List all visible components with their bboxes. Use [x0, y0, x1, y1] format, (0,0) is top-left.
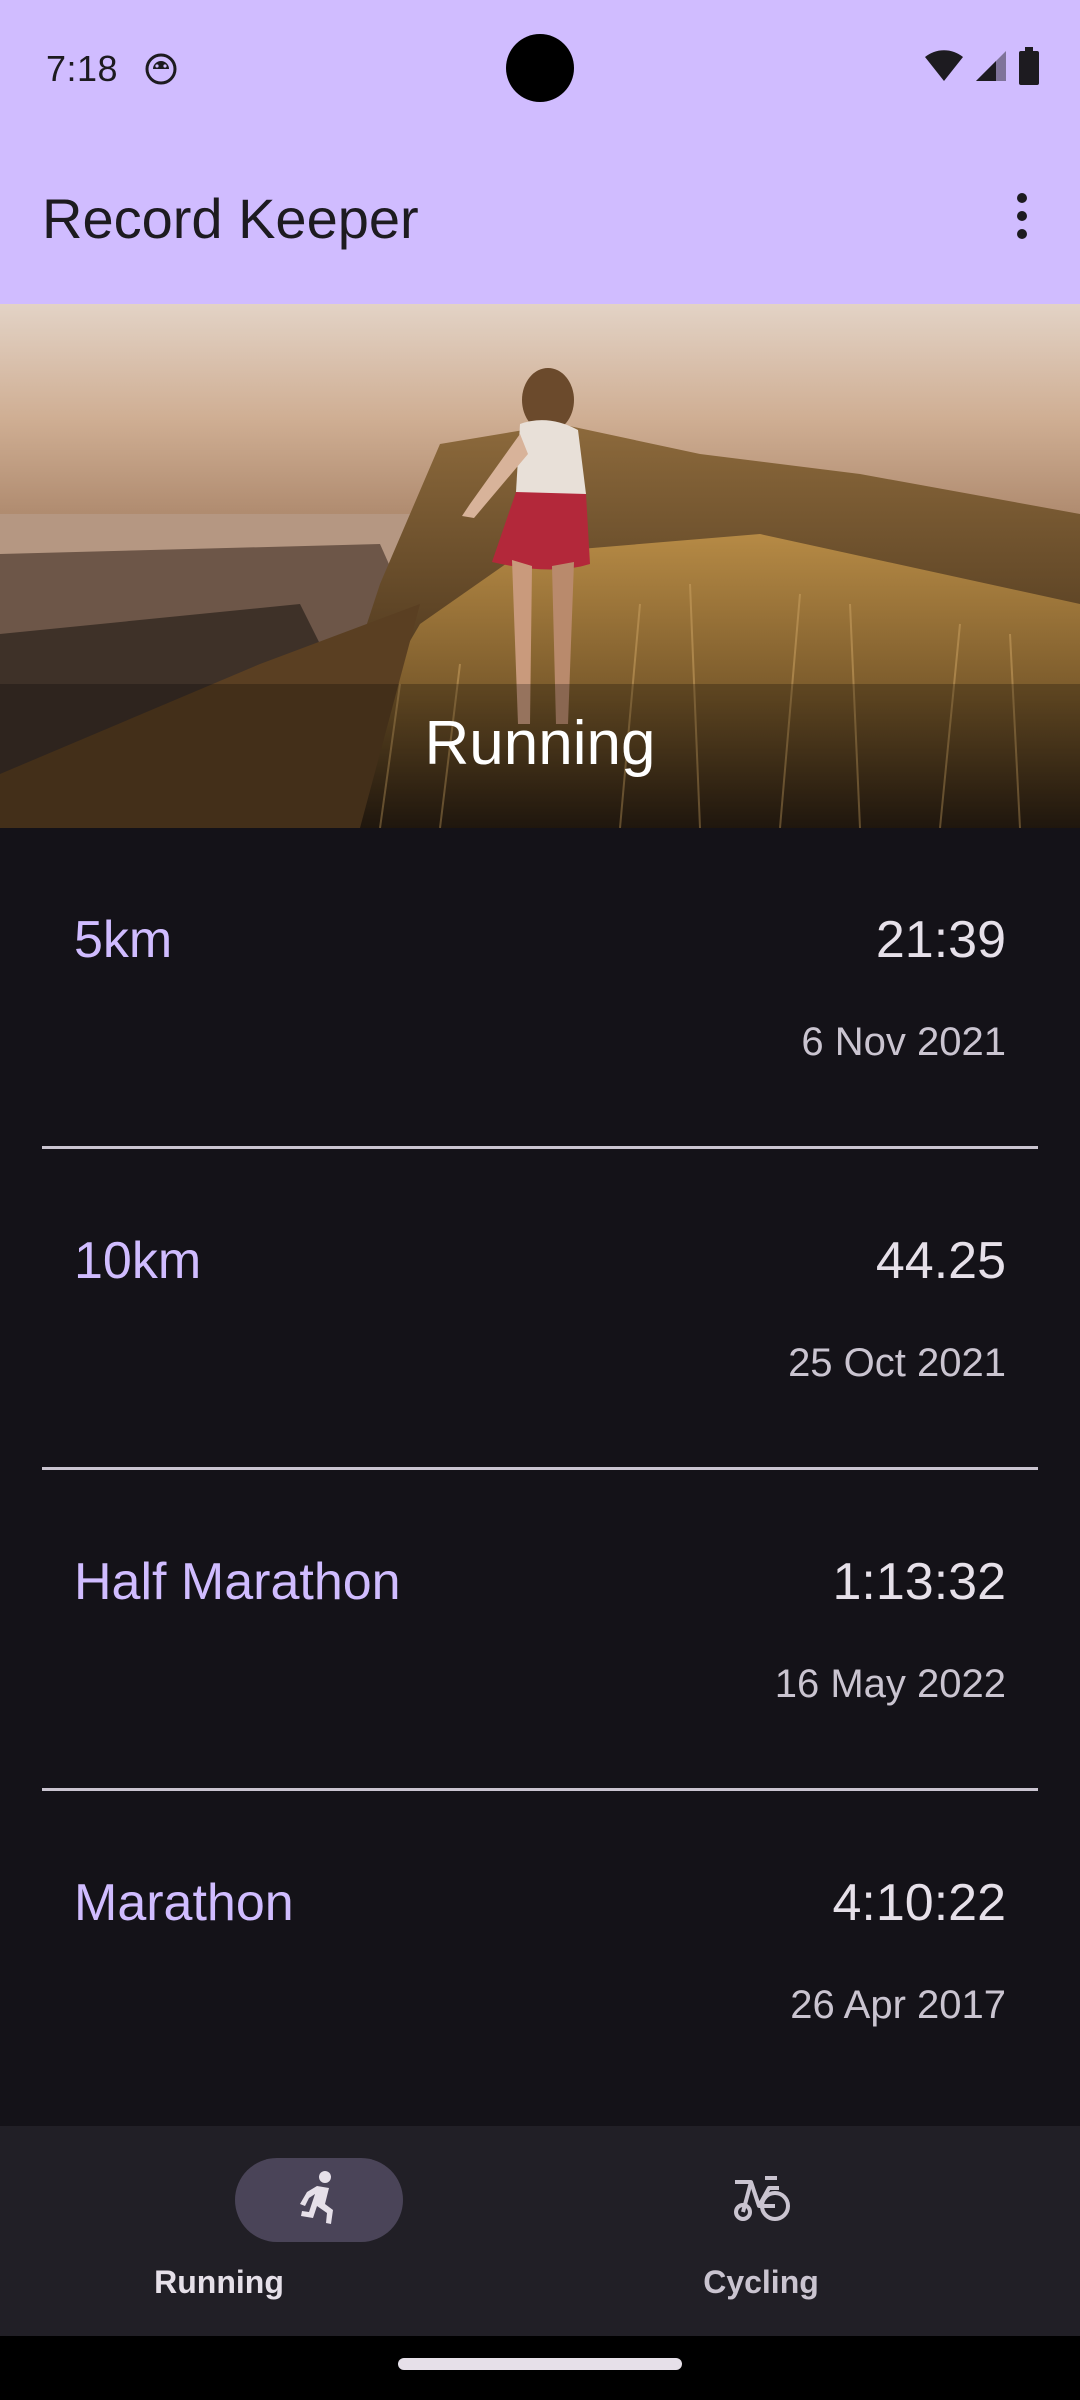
- nav-item-cycling[interactable]: Cycling: [540, 2126, 1080, 2336]
- record-date: 26 Apr 2017: [790, 1983, 1006, 2027]
- record-date: 6 Nov 2021: [801, 1020, 1006, 1064]
- hero-title: Running: [424, 709, 656, 778]
- wifi-icon: [924, 49, 964, 88]
- status-icons: [924, 46, 1040, 90]
- record-time: 1:13:32: [832, 1553, 1007, 1611]
- gesture-handle[interactable]: [398, 2358, 682, 2370]
- record-name: 5km: [74, 911, 173, 969]
- record-time: 4:10:22: [832, 1874, 1007, 1932]
- record-row-5km[interactable]: 5km 21:39 6 Nov 2021: [0, 828, 1080, 1149]
- camera-cutout: [506, 34, 574, 102]
- record-time: 21:39: [875, 911, 1006, 969]
- record-date: 16 May 2022: [774, 1662, 1006, 1706]
- bottom-navigation: Running Cycling: [0, 2126, 1080, 2336]
- record-name: 10km: [74, 1232, 202, 1290]
- nav-item-running[interactable]: Running: [0, 2126, 540, 2336]
- nav-label-cycling: Cycling: [703, 2264, 819, 2300]
- battery-icon: [1018, 46, 1040, 90]
- bike-icon: [729, 2172, 793, 2229]
- record-row-marathon[interactable]: Marathon 4:10:22 26 Apr 2017: [0, 1791, 1080, 2112]
- status-time: 7:18: [46, 48, 119, 89]
- records-list: 5km 21:39 6 Nov 2021 10km 44.25 25 Oct 2…: [0, 828, 1080, 2112]
- record-name: Half Marathon: [74, 1553, 401, 1611]
- status-bar: 7:18: [0, 0, 1080, 136]
- nav-icon-container: [677, 2158, 845, 2242]
- nav-active-indicator: [235, 2158, 403, 2242]
- run-icon: [295, 2170, 343, 2231]
- nav-label-running: Running: [154, 2264, 284, 2300]
- record-name: Marathon: [74, 1874, 294, 1932]
- record-row-half-marathon[interactable]: Half Marathon 1:13:32 16 May 2022: [0, 1470, 1080, 1791]
- app-title: Record Keeper: [42, 187, 419, 250]
- more-options-button[interactable]: [982, 178, 1062, 258]
- android-debug-icon: [144, 52, 178, 86]
- top-app-bar: Record Keeper: [0, 136, 1080, 304]
- record-row-10km[interactable]: 10km 44.25 25 Oct 2021: [0, 1149, 1080, 1470]
- more-vert-icon: [1014, 192, 1030, 245]
- gesture-navigation-area: [0, 2336, 1080, 2400]
- screen: 7:18 Record Keeper Running 5km 21:39 6 N…: [0, 0, 1080, 2400]
- signal-icon: [974, 49, 1008, 88]
- hero-image: Running: [0, 304, 1080, 828]
- record-time: 44.25: [875, 1232, 1006, 1290]
- record-date: 25 Oct 2021: [788, 1341, 1006, 1385]
